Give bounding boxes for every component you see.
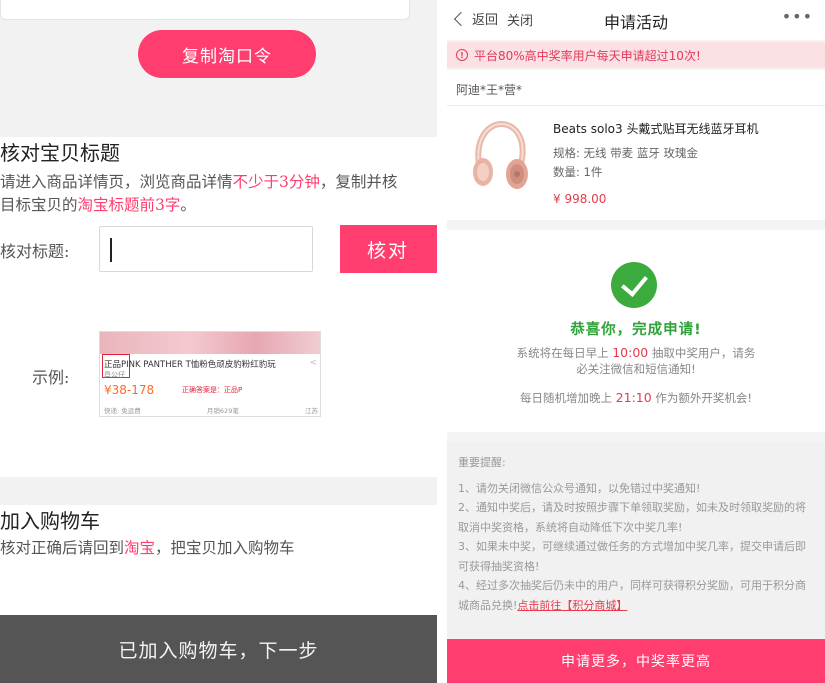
verify-button[interactable]: 核对: [340, 225, 437, 273]
nav-bar: 返回 关闭 申请活动 •••: [447, 0, 825, 40]
product-spec: 规格: 无线 带麦 蓝牙 玫瑰金: [553, 146, 698, 160]
desc-text: 目标宝贝的: [0, 196, 78, 214]
desc-highlight: 不少于3分钟: [232, 173, 320, 191]
draw-time-line: 系统将在每日早上 10:00 抽取中奖用户，请务: [447, 345, 825, 361]
important-tips: 重要提醒: 1、请勿关闭微信公众号通知，以免错过中奖通知! 2、通知中奖后，请及…: [447, 442, 825, 638]
desc-text: 。: [180, 196, 196, 214]
tips-title: 重要提醒:: [458, 456, 506, 469]
top-card: [0, 0, 410, 20]
desc-highlight: 淘宝标题前3字: [77, 196, 181, 214]
desc-highlight: 淘宝: [124, 539, 156, 557]
desc-text: 请进入商品详情页，浏览商品详情: [0, 173, 233, 191]
section-desc: 核对正确后请回到淘宝，把宝贝加入购物车: [0, 536, 295, 560]
example-answer-note: 正确答案是：正品P: [182, 386, 243, 394]
apply-activity-panel: 返回 关闭 申请活动 ••• ! 平台80%高中奖率用户每天申请超过10次! 阿…: [447, 0, 825, 683]
product-name: Beats solo3 头戴式贴耳无线蓝牙耳机: [553, 122, 759, 136]
extra-time: 21:10: [615, 390, 652, 405]
example-label: 示例:: [32, 368, 70, 387]
warning-icon: !: [456, 49, 468, 61]
points-mall-link[interactable]: 点击前往【积分商城】: [517, 599, 627, 612]
example-shipping: 快递: 免运费: [104, 407, 141, 415]
example-location: 江苏: [305, 407, 318, 415]
example-subtitle: 具公仔: [104, 371, 125, 379]
top-area: 复制淘口令: [0, 0, 437, 137]
product-price: ¥ 998.00: [553, 192, 607, 206]
product-card[interactable]: Beats solo3 头戴式贴耳无线蓝牙耳机 规格: 无线 带麦 蓝牙 玫瑰金…: [447, 106, 825, 220]
example-footer: 快递: 免运费 月销629笔 江苏: [104, 405, 318, 415]
section-desc-line1: 请进入商品详情页，浏览商品详情不少于3分钟，复制并核: [0, 170, 397, 194]
extra-draw-line: 每日随机增加晚上 21:10 作为额外开奖机会!: [447, 390, 825, 406]
notify-line: 必关注微信和短信通知!: [576, 362, 696, 376]
section-title: 核对宝贝标题: [0, 141, 120, 165]
desc-text: ，复制并核: [319, 173, 398, 191]
tip-item: 3、如果未中奖，可继续通过做任务的方式增加中奖几率，提交申请后即可获得抽奖资格!: [458, 540, 806, 573]
tip-text: 4、经过多次抽奖后仍未中的用户，同样可获得积分奖励，可用于积分商城商品兑换!: [458, 579, 806, 612]
example-title: 正品PINK PANTHER T恤粉色顽皮豹粉红豹玩: [104, 360, 276, 370]
desc-text: ，把宝贝加入购物车: [155, 539, 295, 557]
notice-banner: ! 平台80%高中奖率用户每天申请超过10次!: [447, 42, 825, 68]
headphones-icon: [473, 120, 528, 189]
example-screenshot: 正品PINK PANTHER T恤粉色顽皮豹粉红豹玩 < 具公仔 ¥38-178…: [99, 331, 321, 417]
example-price: ¥38-178: [104, 383, 155, 397]
desc-text: 核对正确后请回到: [0, 539, 125, 557]
text-caret: [110, 238, 112, 262]
next-step-button[interactable]: 已加入购物车，下一步: [0, 615, 437, 683]
section-title: 加入购物车: [0, 509, 100, 533]
success-title: 恭喜你，完成申请!: [570, 322, 702, 338]
copy-taokouling-button[interactable]: 复制淘口令: [138, 30, 316, 78]
more-menu-button[interactable]: •••: [782, 7, 813, 26]
extra-text: 每日随机增加晚上: [520, 391, 616, 405]
notice-text: 平台80%高中奖率用户每天申请超过10次!: [474, 48, 701, 63]
draw-time: 10:00: [612, 345, 649, 360]
screenshot-stage: 复制淘口令 核对宝贝标题 请进入商品详情页，浏览商品详情不少于3分钟，复制并核 …: [0, 0, 825, 683]
tip-item: 4、经过多次抽奖后仍未中的用户，同样可获得积分奖励，可用于积分商城商品兑换!点击…: [458, 576, 815, 615]
apply-more-button[interactable]: 申请更多，中奖率更高: [447, 639, 825, 683]
section-divider: [0, 477, 437, 505]
example-sales: 月销629笔: [206, 407, 239, 415]
extra-text: 作为额外开奖机会!: [651, 391, 752, 405]
draw-text: 系统将在每日早上: [516, 346, 613, 360]
share-icon: <: [309, 358, 317, 368]
verify-title-input[interactable]: [99, 226, 313, 272]
example-product-photo: [100, 332, 320, 354]
draw-text: 抽取中奖用户，请务: [648, 346, 756, 360]
success-card: 恭喜你，完成申请! 系统将在每日早上 10:00 抽取中奖用户，请务 必关注微信…: [447, 230, 825, 432]
task-steps-panel: 复制淘口令 核对宝贝标题 请进入商品详情页，浏览商品详情不少于3分钟，复制并核 …: [0, 0, 437, 683]
tip-item: 2、通知中奖后，请及时按照步骤下单领取奖励，如未及时领取奖励的将取消中奖资格，系…: [458, 501, 806, 534]
page-title: 申请活动: [603, 13, 668, 32]
product-quantity: 数量: 1件: [553, 165, 603, 179]
verify-title-label: 核对标题:: [0, 242, 70, 261]
tip-item: 1、请勿关闭微信公众号通知，以免错过中奖通知!: [458, 481, 701, 495]
user-name: 阿迪*王*营*: [447, 70, 825, 106]
checkmark-icon: [611, 262, 657, 308]
add-to-cart-section: 加入购物车 核对正确后请回到淘宝，把宝贝加入购物车: [0, 505, 437, 615]
verify-title-section: 核对宝贝标题 请进入商品详情页，浏览商品详情不少于3分钟，复制并核 目标宝贝的淘…: [0, 137, 437, 477]
section-desc-line2: 目标宝贝的淘宝标题前3字。: [0, 193, 196, 217]
